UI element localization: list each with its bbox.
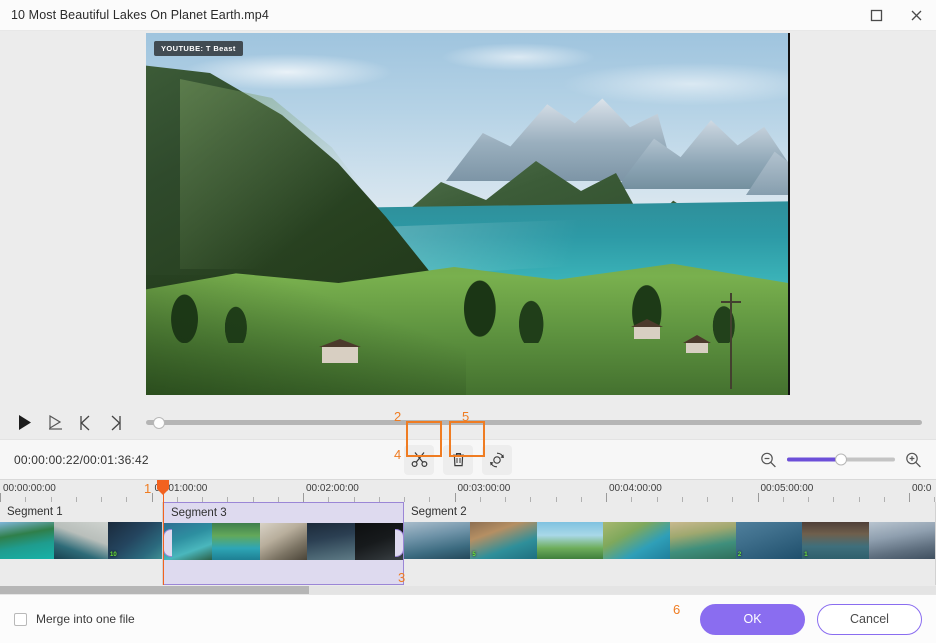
step-backward-icon xyxy=(78,415,93,431)
merge-checkbox-row[interactable]: Merge into one file xyxy=(14,612,135,626)
segment-thumbnail: 1 xyxy=(802,522,868,559)
maximize-icon xyxy=(870,9,883,22)
video-watermark: YOUTUBE: T Beast xyxy=(154,41,243,56)
farmhouse-3 xyxy=(686,342,708,353)
ruler-label: 00:00:00:00 xyxy=(3,483,56,494)
segment-thumbnail xyxy=(404,522,470,559)
segment-thumbnail: 5 xyxy=(470,522,536,559)
trim-handle-right[interactable] xyxy=(395,529,404,557)
ok-button[interactable]: OK xyxy=(700,604,805,635)
ruler-label: 00:05:00:00 xyxy=(761,483,814,494)
page-title: 10 Most Beautiful Lakes On Planet Earth.… xyxy=(0,8,269,22)
ruler-label: 00:04:00:00 xyxy=(609,483,662,494)
close-button[interactable] xyxy=(896,0,936,31)
ruler-label: 00:03:00:00 xyxy=(458,483,511,494)
close-icon xyxy=(910,9,923,22)
segment-thumbnail: 2 xyxy=(736,522,802,559)
reset-refresh-icon xyxy=(488,451,506,469)
title-bar: 10 Most Beautiful Lakes On Planet Earth.… xyxy=(0,0,936,31)
previous-frame-button[interactable] xyxy=(70,409,100,437)
seek-handle[interactable] xyxy=(153,417,165,429)
merge-checkbox-label: Merge into one file xyxy=(36,612,135,626)
segment-thumbnail xyxy=(212,523,260,560)
preview-button[interactable] xyxy=(40,409,70,437)
playback-controls xyxy=(0,406,936,439)
zoom-slider[interactable] xyxy=(787,453,895,467)
segment-thumbnail xyxy=(260,523,308,560)
scissors-icon xyxy=(411,451,428,468)
timecode-display: 00:00:00:22/00:01:36:42 xyxy=(14,453,149,467)
timeline-segment[interactable]: Segment 2 5 2 1 xyxy=(404,502,936,585)
play-button[interactable] xyxy=(10,409,40,437)
cut-button[interactable] xyxy=(404,445,434,475)
segment-label: Segment 1 xyxy=(0,502,162,522)
video-preview[interactable]: YOUTUBE: T Beast xyxy=(146,33,790,395)
timeline-scrollbar[interactable] xyxy=(0,586,936,594)
seek-track xyxy=(146,420,922,425)
maximize-button[interactable] xyxy=(856,0,896,31)
segment-thumbnail xyxy=(307,523,355,560)
dialog-footer: Merge into one file OK Cancel xyxy=(0,594,936,643)
thumbnail-rank-badge: 5 xyxy=(472,552,475,558)
segment-thumbnail-strip xyxy=(164,523,403,560)
utility-pole xyxy=(730,293,732,389)
video-stage: YOUTUBE: T Beast xyxy=(0,31,936,406)
play-icon xyxy=(17,414,33,431)
edit-tool-group xyxy=(404,445,512,475)
ruler-tick-major xyxy=(0,493,1,502)
zoom-out-icon[interactable] xyxy=(760,451,777,468)
segment-thumbnail: 10 xyxy=(108,522,162,559)
segment-thumbnail xyxy=(54,522,108,559)
ruler-tick-major xyxy=(303,493,304,502)
timeline-ruler[interactable]: 00:00:00:0000:01:00:0000:02:00:0000:03:0… xyxy=(0,480,936,502)
segment-label: Segment 2 xyxy=(404,502,935,522)
farmhouse-1 xyxy=(322,346,358,363)
seek-slider[interactable] xyxy=(146,413,922,433)
timeline-segment[interactable]: Segment 1 10 xyxy=(0,502,163,585)
delete-button[interactable] xyxy=(443,445,473,475)
thumbnail-rank-badge: 1 xyxy=(804,552,807,558)
reset-button[interactable] xyxy=(482,445,512,475)
thumbnail-rank-badge: 10 xyxy=(110,552,117,558)
edit-toolbar: 00:00:00:22/00:01:36:42 xyxy=(0,439,936,479)
step-forward-icon xyxy=(108,415,123,431)
meadow-shadow xyxy=(146,275,466,395)
segment-thumbnail xyxy=(670,522,736,559)
preview-play-icon xyxy=(47,414,64,431)
zoom-handle[interactable] xyxy=(835,454,847,466)
ruler-tick-major xyxy=(909,493,910,502)
zoom-fill xyxy=(787,458,841,462)
ruler-tick-major xyxy=(606,493,607,502)
segment-thumbnail-strip: 10 xyxy=(0,522,162,559)
thumbnail-rank-badge: 2 xyxy=(738,552,741,558)
farmhouse-2 xyxy=(634,326,660,339)
segment-thumbnail-strip: 5 2 1 xyxy=(404,522,935,559)
ruler-tick-major xyxy=(455,493,456,502)
segment-thumbnail xyxy=(603,522,669,559)
cancel-button[interactable]: Cancel xyxy=(817,604,922,635)
timeline-scrollbar-thumb[interactable] xyxy=(0,586,309,594)
playhead[interactable] xyxy=(163,480,165,585)
video-trim-dialog: 10 Most Beautiful Lakes On Planet Earth.… xyxy=(0,0,936,643)
segment-thumbnail xyxy=(869,522,935,559)
ruler-tick-major xyxy=(758,493,759,502)
merge-checkbox[interactable] xyxy=(14,613,27,626)
ruler-label: 00:02:00:00 xyxy=(306,483,359,494)
ruler-tick-major xyxy=(152,493,153,502)
segment-thumbnail xyxy=(537,522,603,559)
zoom-in-icon[interactable] xyxy=(905,451,922,468)
ruler-label: 00:0 xyxy=(912,483,931,494)
trim-handle-left[interactable] xyxy=(163,529,172,557)
timeline-panel[interactable]: 00:00:00:0000:01:00:0000:02:00:0000:03:0… xyxy=(0,479,936,594)
segment-thumbnail xyxy=(0,522,54,559)
timeline-tracks[interactable]: Segment 1 10 Segment 3Segment 2 5 2 1 xyxy=(0,502,936,585)
zoom-controls xyxy=(760,451,922,468)
timeline-segment-selected[interactable]: Segment 3 xyxy=(163,502,404,585)
trash-icon xyxy=(450,451,467,468)
segment-label: Segment 3 xyxy=(164,503,403,523)
next-frame-button[interactable] xyxy=(100,409,130,437)
